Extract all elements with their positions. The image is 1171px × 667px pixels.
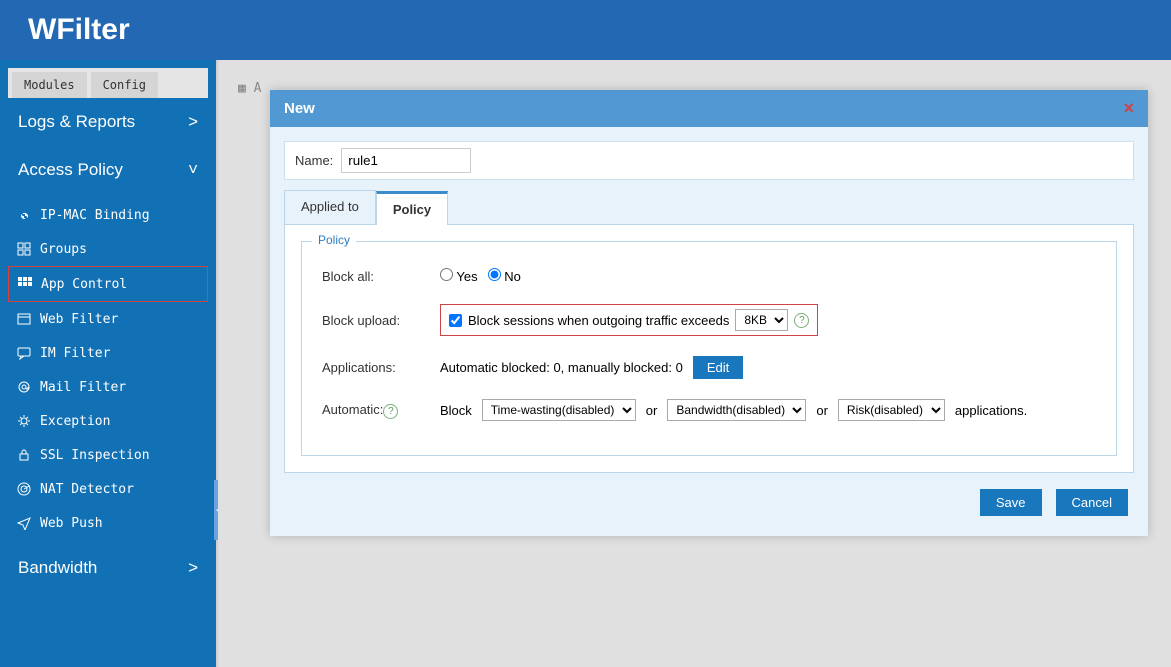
sidebar-tabs: Modules Config [8,68,208,98]
lock-icon [16,447,32,463]
close-icon[interactable]: × [1123,98,1134,119]
block-all-control: Yes No [440,268,521,284]
inner-tabs: Applied to Policy [284,190,1134,224]
automatic-risk-select[interactable]: Risk(disabled) [838,399,945,421]
automatic-suffix: applications. [955,403,1027,418]
sidebar-item-nat[interactable]: NAT Detector [8,472,208,506]
row-block-all: Block all: Yes No [322,258,1096,294]
app-title: WFilter [28,13,130,47]
modal-title: New [284,100,315,117]
sidebar-item-label: Exception [40,414,110,429]
block-upload-size-select[interactable]: 8KB [735,309,788,331]
link-icon [16,207,32,223]
name-input[interactable] [341,148,471,173]
row-automatic: Automatic:? Block Time-wasting(disabled)… [322,389,1096,431]
automatic-time-select[interactable]: Time-wasting(disabled) [482,399,636,421]
sidebar-item-label: Mail Filter [40,380,126,395]
applications-label: Applications: [322,360,432,375]
browser-icon [16,311,32,327]
send-icon [16,515,32,531]
applications-text: Automatic blocked: 0, manually blocked: … [440,360,683,375]
modal-new-rule: New × Name: Applied to Policy Policy B [270,90,1148,536]
sidebar-item-label: Groups [40,242,87,257]
edit-button[interactable]: Edit [693,356,743,379]
nav-section-bandwidth[interactable]: Bandwidth > [0,544,216,592]
block-upload-highlight: Block sessions when outgoing traffic exc… [440,304,818,336]
row-applications: Applications: Automatic blocked: 0, manu… [322,346,1096,389]
nav-items-access: IP-MAC Binding Groups App Control Web Fi… [0,194,216,544]
block-all-label: Block all: [322,269,432,284]
block-upload-label: Block upload: [322,313,432,328]
sidebar-item-imfilter[interactable]: IM Filter [8,336,208,370]
help-icon[interactable]: ? [383,404,398,419]
sidebar-item-label: App Control [41,277,127,292]
bg-section-hint: ▦ A [238,81,261,96]
sidebar-item-exception[interactable]: Exception [8,404,208,438]
tab-config[interactable]: Config [91,72,158,98]
save-button[interactable]: Save [980,489,1042,516]
block-all-no-option[interactable]: No [488,268,521,284]
tab-policy[interactable]: Policy [376,191,448,225]
sidebar-item-mailfilter[interactable]: Mail Filter [8,370,208,404]
sidebar-item-webfilter[interactable]: Web Filter [8,302,208,336]
chevron-right-icon: > [188,112,198,132]
cancel-button[interactable]: Cancel [1056,489,1128,516]
gear-icon [16,413,32,429]
modal-footer: Save Cancel [284,473,1134,522]
main-container: Modules Config Logs & Reports > Access P… [0,60,1171,667]
sidebar-item-webpush[interactable]: Web Push [8,506,208,540]
sidebar-item-appcontrol[interactable]: App Control [8,266,208,302]
app-header: WFilter [0,0,1171,60]
at-icon [16,379,32,395]
automatic-or-1: or [646,403,658,418]
block-upload-checkbox[interactable] [449,314,462,327]
automatic-label: Automatic:? [322,402,432,419]
help-icon[interactable]: ? [794,313,809,328]
content-area: ▦ A New × Name: Applied to Policy Policy [218,60,1171,667]
tab-modules[interactable]: Modules [12,72,87,98]
sidebar-item-ssl[interactable]: SSL Inspection [8,438,208,472]
nav-section-label: Bandwidth [18,558,97,578]
block-all-yes-option[interactable]: Yes [440,268,478,284]
policy-fieldset: Policy Block all: Yes No [301,241,1117,456]
tab-applied-to[interactable]: Applied to [284,190,376,224]
apps-icon [17,276,33,292]
policy-panel: Policy Block all: Yes No [284,224,1134,473]
automatic-or-2: or [816,403,828,418]
block-all-no-radio[interactable] [488,268,501,281]
nav-section-logs[interactable]: Logs & Reports > [0,98,216,146]
nav-section-access[interactable]: Access Policy ˅ [0,146,216,194]
sidebar-item-label: Web Push [40,516,103,531]
automatic-bandwidth-select[interactable]: Bandwidth(disabled) [667,399,806,421]
name-label: Name: [295,153,333,168]
sidebar-item-label: SSL Inspection [40,448,150,463]
applications-control: Automatic blocked: 0, manually blocked: … [440,356,743,379]
chevron-down-icon: ˅ [188,160,198,180]
sidebar-item-ipmac[interactable]: IP-MAC Binding [8,198,208,232]
block-all-yes-radio[interactable] [440,268,453,281]
chevron-right-icon: > [188,558,198,578]
sidebar-item-label: IM Filter [40,346,110,361]
nav-section-label: Access Policy [18,160,123,180]
name-row: Name: [284,141,1134,180]
nav-section-label: Logs & Reports [18,112,135,132]
sidebar: Modules Config Logs & Reports > Access P… [0,60,218,667]
automatic-block-text: Block [440,403,472,418]
modal-body: Name: Applied to Policy Policy Block all… [270,127,1148,536]
sidebar-item-label: Web Filter [40,312,118,327]
chat-icon [16,345,32,361]
automatic-control: Block Time-wasting(disabled) or Bandwidt… [440,399,1027,421]
sidebar-item-groups[interactable]: Groups [8,232,208,266]
block-upload-text: Block sessions when outgoing traffic exc… [468,313,729,328]
grid-icon [16,241,32,257]
sidebar-item-label: NAT Detector [40,482,134,497]
radar-icon [16,481,32,497]
fieldset-legend: Policy [312,233,356,247]
row-block-upload: Block upload: Block sessions when outgoi… [322,294,1096,346]
sidebar-item-label: IP-MAC Binding [40,208,150,223]
modal-header: New × [270,90,1148,127]
